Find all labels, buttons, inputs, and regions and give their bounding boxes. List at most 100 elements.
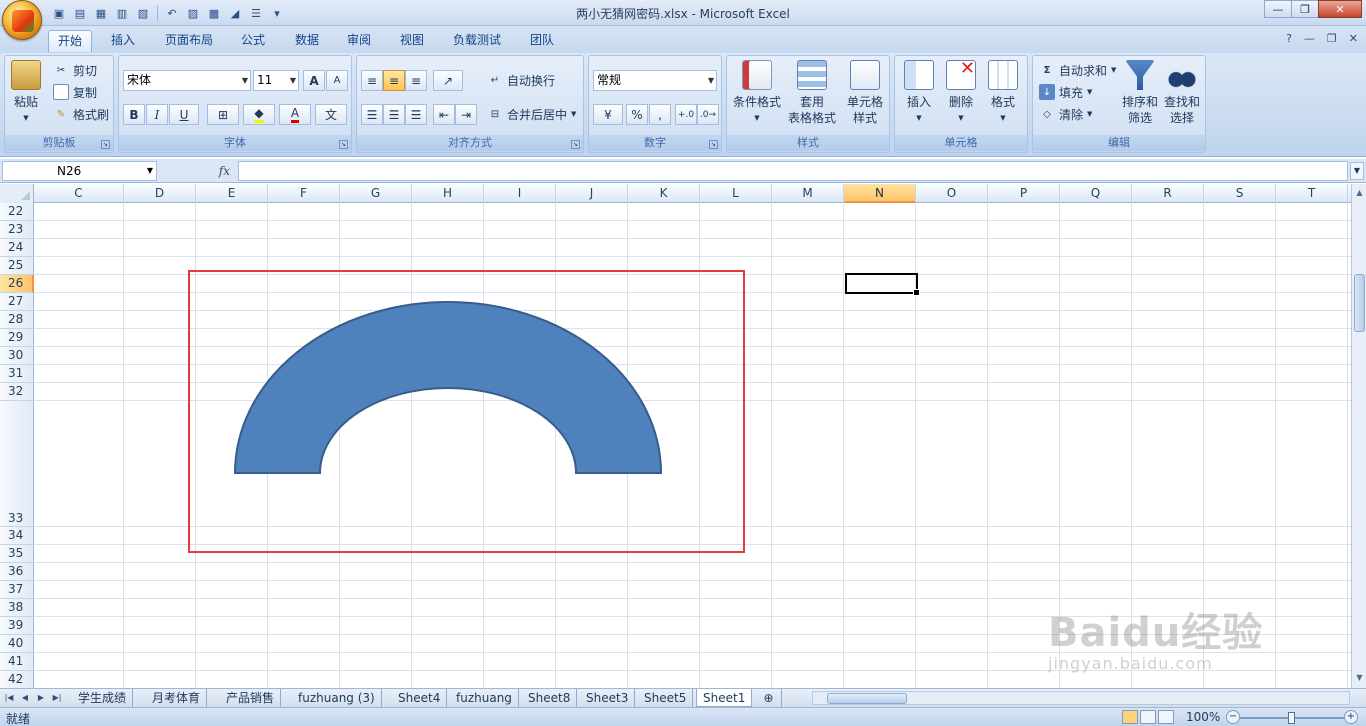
last-sheet-icon[interactable]: ▶| <box>50 691 64 705</box>
prev-sheet-icon[interactable]: ◀ <box>18 691 32 705</box>
restore-button[interactable]: ❐ <box>1291 0 1319 18</box>
find-select-button[interactable]: 查找和 选择 <box>1161 60 1203 126</box>
tab-review[interactable]: 审阅 <box>338 30 380 52</box>
underline-button[interactable]: U <box>169 104 199 125</box>
normal-view-icon[interactable] <box>1122 710 1138 724</box>
tab-team[interactable]: 团队 <box>521 30 563 52</box>
format-as-table-button[interactable]: 套用 表格格式 <box>785 60 839 126</box>
autosum-button[interactable]: Σ 自动求和 ▼ <box>1039 60 1117 80</box>
sheet-tab-3[interactable]: 产品销售 <box>220 689 282 707</box>
help-icon[interactable]: ? <box>1286 32 1292 45</box>
sheet-tab-8[interactable]: Sheet3 <box>580 689 636 707</box>
decrease-indent-button[interactable]: ⇤ <box>433 104 455 125</box>
name-box[interactable]: N26 ▼ <box>2 161 157 181</box>
sheet-tab-5[interactable]: Sheet4 <box>392 689 448 707</box>
zoom-out-icon[interactable]: − <box>1226 710 1240 724</box>
minimize-button[interactable]: — <box>1264 0 1292 18</box>
font-color-button[interactable]: A <box>279 104 311 125</box>
insert-sheet-button[interactable]: ⊕ <box>756 689 782 707</box>
sheet-tab-active[interactable]: Sheet1 <box>696 689 753 707</box>
block-arc-path[interactable] <box>233 301 663 474</box>
sheet-tab-4[interactable]: fuzhuang (3) <box>292 689 382 707</box>
scroll-up-icon[interactable]: ▲ <box>1353 186 1366 199</box>
tab-insert[interactable]: 插入 <box>102 30 144 52</box>
office-button[interactable] <box>2 0 42 40</box>
align-middle-button[interactable]: ≡ <box>383 70 405 91</box>
conditional-format-button[interactable]: 条件格式 ▼ <box>731 60 783 126</box>
align-bottom-button[interactable]: ≡ <box>405 70 427 91</box>
scroll-down-icon[interactable]: ▼ <box>1353 671 1366 684</box>
tab-home[interactable]: 开始 <box>48 30 93 52</box>
page-break-view-icon[interactable] <box>1158 710 1174 724</box>
italic-button[interactable]: I <box>146 104 168 125</box>
accounting-format-button[interactable]: ¥ <box>593 104 623 125</box>
phonetic-button[interactable]: 文 <box>315 104 347 125</box>
increase-decimal-button[interactable]: +.0 <box>675 104 697 125</box>
zoom-slider-knob[interactable] <box>1288 712 1295 724</box>
orientation-button[interactable]: ↗ <box>433 70 463 91</box>
cell-styles-button[interactable]: 单元格 样式 <box>841 60 889 126</box>
shrink-font-button[interactable]: A <box>326 70 348 91</box>
tab-load-test[interactable]: 负载测试 <box>444 30 510 52</box>
dialog-launcher-icon[interactable]: ↘ <box>101 140 110 149</box>
merge-center-button[interactable]: ⊟ 合并后居中 ▼ <box>487 104 577 124</box>
sheet-tab-9[interactable]: Sheet5 <box>638 689 694 707</box>
borders-button[interactable]: ⊞ <box>207 104 239 125</box>
decrease-decimal-button[interactable]: .0→ <box>697 104 719 125</box>
align-left-button[interactable]: ☰ <box>361 104 383 125</box>
bold-button[interactable]: B <box>123 104 145 125</box>
tab-formulas[interactable]: 公式 <box>232 30 274 52</box>
table-style-label-2: 表格格式 <box>787 111 836 125</box>
dialog-launcher-icon[interactable]: ↘ <box>339 140 348 149</box>
format-painter-button[interactable]: ✎ 格式刷 <box>53 104 109 124</box>
delete-cells-button[interactable]: ✕ 删除 ▼ <box>943 60 979 126</box>
tab-view[interactable]: 视图 <box>391 30 433 52</box>
close-button[interactable]: ✕ <box>1318 0 1362 18</box>
tab-data[interactable]: 数据 <box>286 30 328 52</box>
number-format-select[interactable]: 常规 ▼ <box>593 70 717 91</box>
first-sheet-icon[interactable]: |◀ <box>2 691 16 705</box>
zoom-level[interactable]: 100% <box>1186 710 1220 724</box>
format-cells-button[interactable]: 格式 ▼ <box>985 60 1021 126</box>
zoom-slider[interactable]: − + <box>1226 710 1358 724</box>
expand-formula-bar-icon[interactable]: ▼ <box>1350 162 1364 180</box>
cut-button[interactable]: ✂ 剪切 <box>53 60 97 80</box>
sheet-tab-6[interactable]: fuzhuang <box>450 689 519 707</box>
tab-page-layout[interactable]: 页面布局 <box>156 30 222 52</box>
sort-filter-button[interactable]: 排序和 筛选 <box>1121 60 1159 126</box>
fill-button[interactable]: ↓ 填充 ▼ <box>1039 82 1092 102</box>
find-label-1: 查找和 <box>1163 95 1200 109</box>
vertical-scroll-thumb[interactable] <box>1354 274 1365 332</box>
page-layout-view-icon[interactable] <box>1140 710 1156 724</box>
dialog-launcher-icon[interactable]: ↘ <box>571 140 580 149</box>
dialog-launcher-icon[interactable]: ↘ <box>709 140 718 149</box>
copy-button[interactable]: 复制 <box>53 82 97 102</box>
ribbon-minimize-icon[interactable]: — <box>1304 32 1315 45</box>
fill-color-button[interactable]: ◆ <box>243 104 275 125</box>
horizontal-scrollbar[interactable] <box>812 691 1350 705</box>
ribbon-restore-icon[interactable]: ❐ <box>1327 32 1337 45</box>
font-name-select[interactable]: 宋体 ▼ <box>123 70 251 91</box>
horizontal-scroll-thumb[interactable] <box>827 693 907 704</box>
align-right-button[interactable]: ☰ <box>405 104 427 125</box>
vertical-scrollbar[interactable]: ▲ ▼ <box>1351 184 1366 688</box>
align-top-button[interactable]: ≡ <box>361 70 383 91</box>
font-size-select[interactable]: 11 ▼ <box>253 70 299 91</box>
grow-font-button[interactable]: A <box>303 70 325 91</box>
paste-button[interactable]: 粘贴 ▼ <box>11 60 41 126</box>
ribbon-close-icon[interactable]: ✕ <box>1349 32 1358 45</box>
align-center-button[interactable]: ☰ <box>383 104 405 125</box>
insert-function-button[interactable]: fx <box>160 161 236 181</box>
next-sheet-icon[interactable]: ▶ <box>34 691 48 705</box>
insert-cells-button[interactable]: 插入 ▼ <box>901 60 937 126</box>
clear-button[interactable]: ◇ 清除 ▼ <box>1039 104 1092 124</box>
sheet-tab-1[interactable]: 学生成绩 <box>72 689 134 707</box>
sheet-tab-7[interactable]: Sheet8 <box>522 689 578 707</box>
comma-button[interactable]: , <box>649 104 671 125</box>
sheet-tab-2[interactable]: 月考体育 <box>146 689 208 707</box>
zoom-in-icon[interactable]: + <box>1344 710 1358 724</box>
increase-indent-button[interactable]: ⇥ <box>455 104 477 125</box>
wrap-text-button[interactable]: ↵ 自动换行 <box>487 70 555 90</box>
percent-button[interactable]: % <box>626 104 648 125</box>
formula-input[interactable] <box>238 161 1348 181</box>
